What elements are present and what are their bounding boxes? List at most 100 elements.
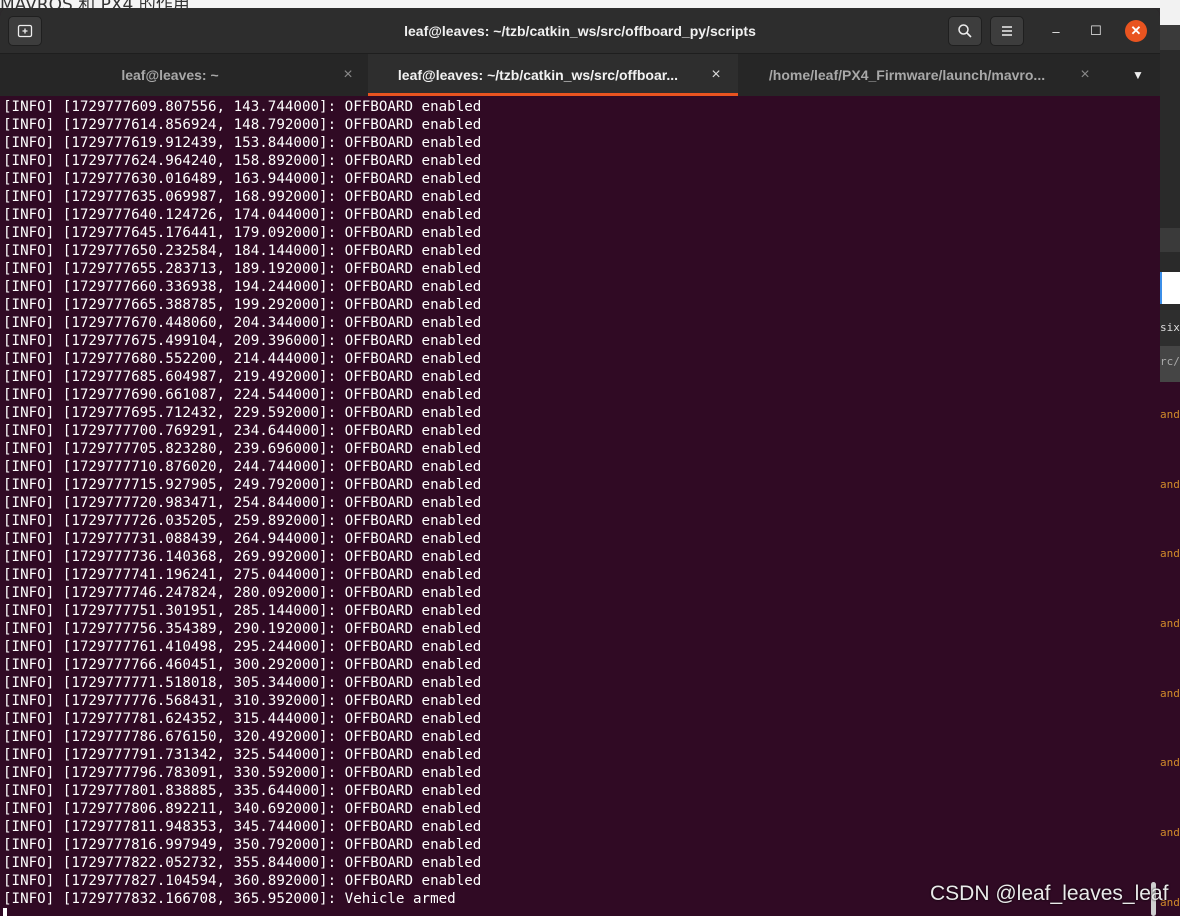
- background-strip: [1160, 228, 1180, 252]
- log-text: [INFO] [1729777710.876020, 244.744000]: …: [3, 459, 482, 475]
- tab-label: leaf@leaves: ~: [121, 67, 219, 83]
- tab-close-button[interactable]: ×: [1075, 65, 1095, 85]
- tab-list-dropdown[interactable]: ▼: [1122, 54, 1154, 96]
- log-text: [INFO] [1729777670.448060, 204.344000]: …: [3, 315, 482, 331]
- terminal-line: [INFO] [1729777715.927905, 249.792000]: …: [3, 476, 1160, 494]
- log-text: [INFO] [1729777781.624352, 315.444000]: …: [3, 711, 482, 727]
- background-window-top: MAVROS 和 PX4 的作用: [0, 0, 1180, 8]
- terminal-line: [INFO] [1729777781.624352, 315.444000]: …: [3, 710, 1160, 728]
- terminal-line: [INFO] [1729777746.247824, 280.092000]: …: [3, 584, 1160, 602]
- menu-button[interactable]: [990, 16, 1024, 46]
- background-fragment: and: [1160, 687, 1180, 700]
- search-button[interactable]: [948, 16, 982, 46]
- log-text: [INFO] [1729777806.892211, 340.692000]: …: [3, 801, 482, 817]
- terminal-line: [INFO] [1729777766.460451, 300.292000]: …: [3, 656, 1160, 674]
- hamburger-menu-icon: [1002, 26, 1012, 36]
- log-text: [INFO] [1729777720.983471, 254.844000]: …: [3, 495, 482, 511]
- log-text: [INFO] [1729777680.552200, 214.444000]: …: [3, 351, 482, 367]
- log-text: [INFO] [1729777635.069987, 168.992000]: …: [3, 189, 482, 205]
- log-text: [INFO] [1729777609.807556, 143.744000]: …: [3, 99, 482, 115]
- log-text: [INFO] [1729777705.823280, 239.696000]: …: [3, 441, 482, 457]
- log-text: [INFO] [1729777771.518018, 305.344000]: …: [3, 675, 482, 691]
- background-fragment: and: [1160, 547, 1180, 560]
- terminal-line: [INFO] [1729777619.912439, 153.844000]: …: [3, 134, 1160, 152]
- log-text: [INFO] [1729777614.856924, 148.792000]: …: [3, 117, 482, 133]
- terminal-line: [INFO] [1729777635.069987, 168.992000]: …: [3, 188, 1160, 206]
- background-fragment: and: [1160, 756, 1180, 769]
- log-text: [INFO] [1729777690.661087, 224.544000]: …: [3, 387, 482, 403]
- terminal-line: [INFO] [1729777675.499104, 209.396000]: …: [3, 332, 1160, 350]
- terminal-line: [INFO] [1729777665.388785, 199.292000]: …: [3, 296, 1160, 314]
- tab-px4-mavros-launch[interactable]: /home/leaf/PX4_Firmware/launch/mavro... …: [737, 54, 1107, 96]
- log-text: [INFO] [1729777756.354389, 290.192000]: …: [3, 621, 482, 637]
- terminal-line: [INFO] [1729777700.769291, 234.644000]: …: [3, 422, 1160, 440]
- log-text: [INFO] [1729777746.247824, 280.092000]: …: [3, 585, 482, 601]
- terminal-line: [INFO] [1729777614.856924, 148.792000]: …: [3, 116, 1160, 134]
- log-text: [INFO] [1729777816.997949, 350.792000]: …: [3, 837, 482, 853]
- log-text: [INFO] [1729777685.604987, 219.492000]: …: [3, 369, 482, 385]
- window-title: leaf@leaves: ~/tzb/catkin_ws/src/offboar…: [404, 23, 756, 39]
- log-text: [INFO] [1729777801.838885, 335.644000]: …: [3, 783, 482, 799]
- terminal-line: [INFO] [1729777705.823280, 239.696000]: …: [3, 440, 1160, 458]
- close-window-button[interactable]: ✕: [1125, 20, 1147, 42]
- terminal-line: [INFO] [1729777624.964240, 158.892000]: …: [3, 152, 1160, 170]
- tab-label: /home/leaf/PX4_Firmware/launch/mavro...: [768, 67, 1046, 83]
- terminal-output[interactable]: [INFO] [1729777609.807556, 143.744000]: …: [0, 96, 1160, 916]
- log-text: [INFO] [1729777619.912439, 153.844000]: …: [3, 135, 482, 151]
- log-text: [INFO] [1729777832.166708, 365.952000]: …: [3, 891, 456, 907]
- terminal-line: [INFO] [1729777786.676150, 320.492000]: …: [3, 728, 1160, 746]
- terminal-line: [INFO] [1729777640.124726, 174.044000]: …: [3, 206, 1160, 224]
- terminal-line: [INFO] [1729777791.731342, 325.544000]: …: [3, 746, 1160, 764]
- terminal-line: [INFO] [1729777650.232584, 184.144000]: …: [3, 242, 1160, 260]
- log-text: [INFO] [1729777731.088439, 264.944000]: …: [3, 531, 482, 547]
- log-text: [INFO] [1729777786.676150, 320.492000]: …: [3, 729, 482, 745]
- prompt-line: [3, 908, 1160, 916]
- log-text: [INFO] [1729777655.283713, 189.192000]: …: [3, 261, 482, 277]
- background-fragment: and: [1160, 617, 1180, 630]
- log-text: [INFO] [1729777766.460451, 300.292000]: …: [3, 657, 482, 673]
- log-text: [INFO] [1729777695.712432, 229.592000]: …: [3, 405, 482, 421]
- log-text: [INFO] [1729777822.052732, 355.844000]: …: [3, 855, 482, 871]
- log-text: [INFO] [1729777650.232584, 184.144000]: …: [3, 243, 482, 259]
- terminal-window: leaf@leaves: ~/tzb/catkin_ws/src/offboar…: [0, 8, 1160, 916]
- log-text: [INFO] [1729777776.568431, 310.392000]: …: [3, 693, 482, 709]
- background-strip: [1160, 0, 1180, 25]
- terminal-line: [INFO] [1729777776.568431, 310.392000]: …: [3, 692, 1160, 710]
- tab-home[interactable]: leaf@leaves: ~ ×: [0, 54, 370, 96]
- tab-bar: leaf@leaves: ~ × leaf@leaves: ~/tzb/catk…: [0, 54, 1160, 96]
- minimize-button[interactable]: –: [1045, 20, 1067, 42]
- terminal-line: [INFO] [1729777816.997949, 350.792000]: …: [3, 836, 1160, 854]
- terminal-line: [INFO] [1729777726.035205, 259.892000]: …: [3, 512, 1160, 530]
- terminal-line: [INFO] [1729777655.283713, 189.192000]: …: [3, 260, 1160, 278]
- terminal-line: [INFO] [1729777609.807556, 143.744000]: …: [3, 98, 1160, 116]
- background-window-right: six_ rc/c and and and and and and and an…: [1160, 0, 1180, 916]
- header-bar[interactable]: leaf@leaves: ~/tzb/catkin_ws/src/offboar…: [0, 8, 1160, 54]
- log-text: [INFO] [1729777624.964240, 158.892000]: …: [3, 153, 482, 169]
- terminal-line: [INFO] [1729777720.983471, 254.844000]: …: [3, 494, 1160, 512]
- terminal-line: [INFO] [1729777630.016489, 163.944000]: …: [3, 170, 1160, 188]
- text-cursor: [3, 908, 7, 916]
- terminal-line: [INFO] [1729777660.336938, 194.244000]: …: [3, 278, 1160, 296]
- terminal-line: [INFO] [1729777822.052732, 355.844000]: …: [3, 854, 1160, 872]
- terminal-line: [INFO] [1729777811.948353, 345.744000]: …: [3, 818, 1160, 836]
- new-tab-button[interactable]: [8, 16, 42, 46]
- terminal-line: [INFO] [1729777761.410498, 295.244000]: …: [3, 638, 1160, 656]
- terminal-line: [INFO] [1729777756.354389, 290.192000]: …: [3, 620, 1160, 638]
- log-text: [INFO] [1729777660.336938, 194.244000]: …: [3, 279, 482, 295]
- tab-close-button[interactable]: ×: [338, 65, 358, 85]
- maximize-button[interactable]: ☐: [1085, 20, 1107, 42]
- terminal-line: [INFO] [1729777710.876020, 244.744000]: …: [3, 458, 1160, 476]
- log-text: [INFO] [1729777640.124726, 174.044000]: …: [3, 207, 482, 223]
- terminal-line: [INFO] [1729777751.301951, 285.144000]: …: [3, 602, 1160, 620]
- log-text: [INFO] [1729777811.948353, 345.744000]: …: [3, 819, 482, 835]
- tab-label: leaf@leaves: ~/tzb/catkin_ws/src/offboar…: [397, 67, 679, 83]
- terminal-line: [INFO] [1729777771.518018, 305.344000]: …: [3, 674, 1160, 692]
- terminal-line: [INFO] [1729777670.448060, 204.344000]: …: [3, 314, 1160, 332]
- log-text: [INFO] [1729777715.927905, 249.792000]: …: [3, 477, 482, 493]
- terminal-line: [INFO] [1729777685.604987, 219.492000]: …: [3, 368, 1160, 386]
- tab-offboard-scripts[interactable]: leaf@leaves: ~/tzb/catkin_ws/src/offboar…: [368, 54, 738, 96]
- log-text: [INFO] [1729777645.176441, 179.092000]: …: [3, 225, 482, 241]
- terminal-line: [INFO] [1729777695.712432, 229.592000]: …: [3, 404, 1160, 422]
- background-fragment: and: [1160, 478, 1180, 491]
- tab-close-button[interactable]: ×: [706, 65, 726, 85]
